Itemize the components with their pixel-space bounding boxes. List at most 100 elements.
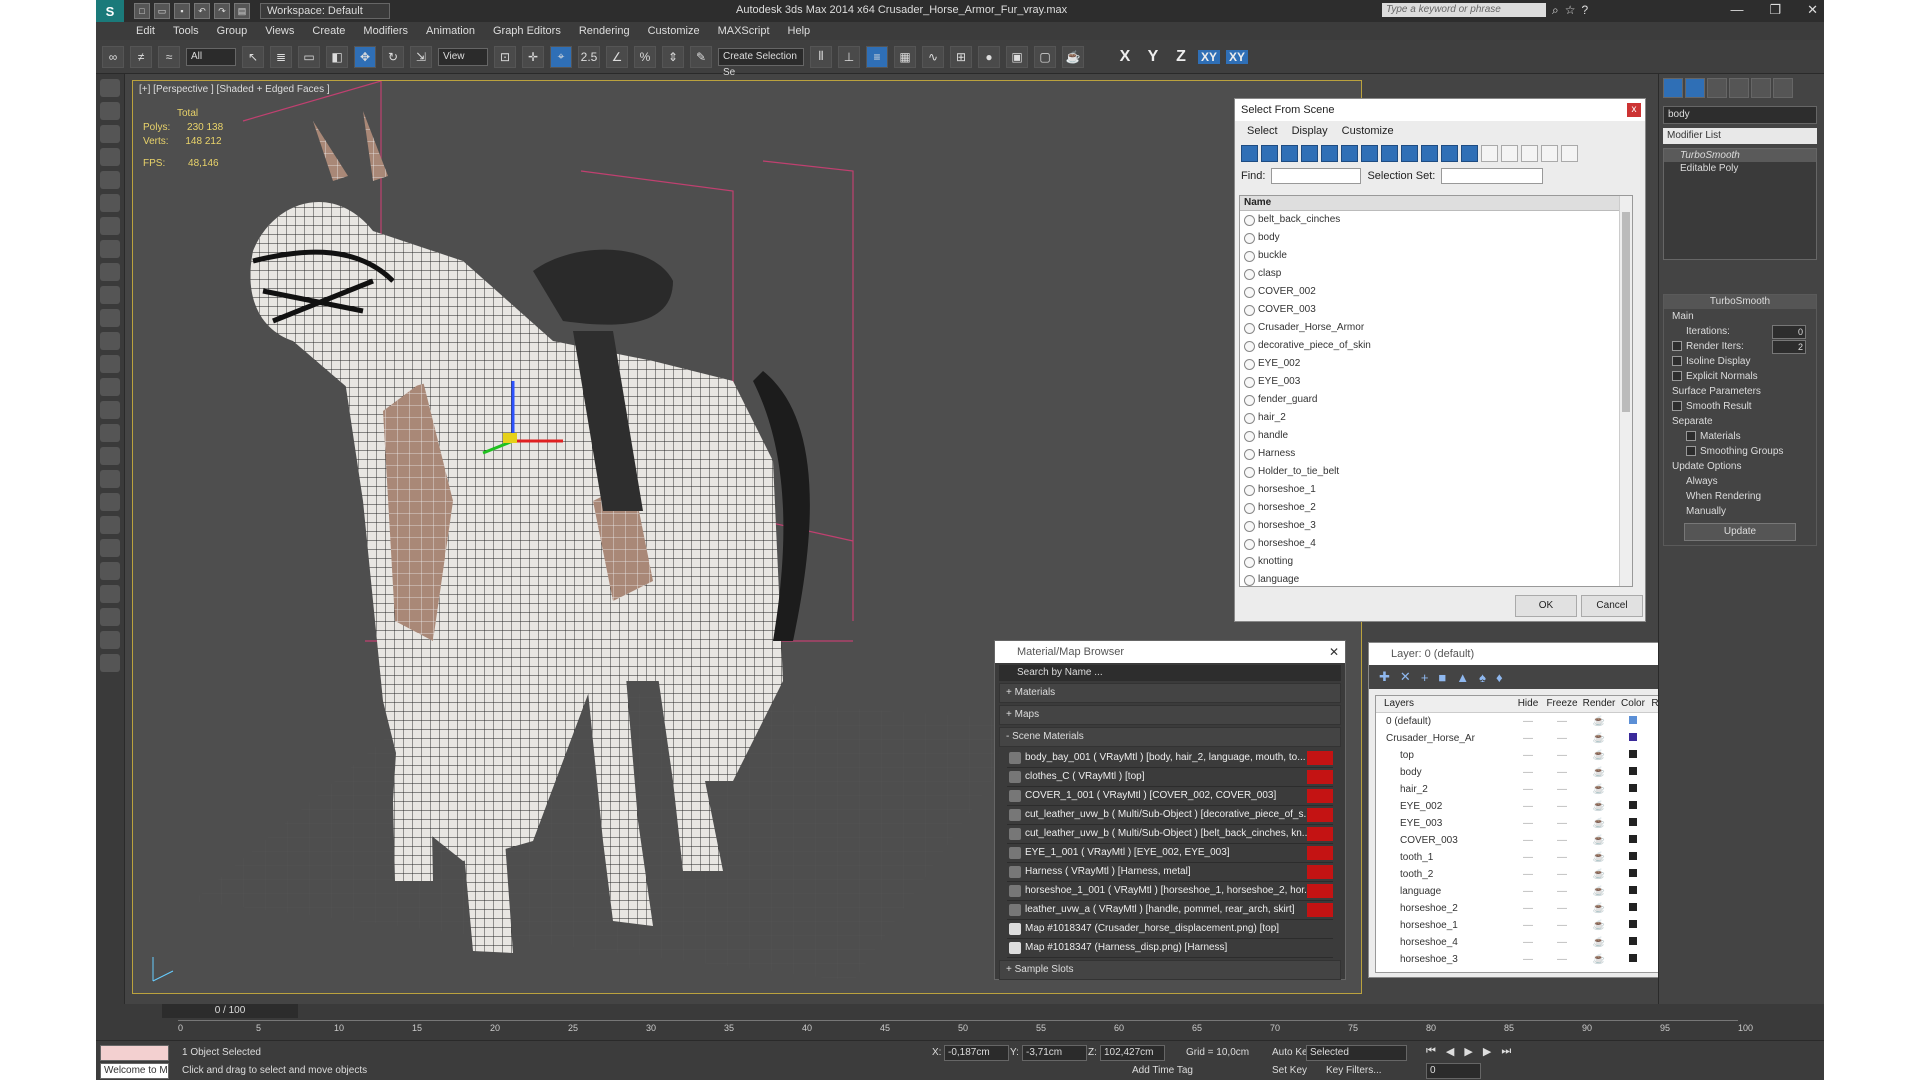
column-render[interactable]: Render bbox=[1580, 696, 1618, 712]
render-teapot-icon[interactable]: ☕ bbox=[1580, 781, 1618, 798]
layer-name[interactable]: horseshoe_2 bbox=[1376, 900, 1512, 917]
layer-manager-icon[interactable]: ≡ bbox=[866, 45, 888, 68]
layer-color-swatch[interactable] bbox=[1618, 798, 1648, 815]
box-icon[interactable] bbox=[100, 240, 120, 258]
layer-color-swatch[interactable] bbox=[1618, 764, 1648, 781]
smoothing-groups-row[interactable]: Smoothing Groups bbox=[1664, 444, 1816, 459]
material-item[interactable]: leather_uvw_a ( VRayMtl ) [handle, pomme… bbox=[1007, 901, 1333, 920]
layer-color-swatch[interactable] bbox=[1618, 934, 1648, 951]
list-item[interactable]: fender_guard bbox=[1240, 391, 1632, 409]
layer-name[interactable]: tooth_2 bbox=[1376, 866, 1512, 883]
hierarchy-icon[interactable] bbox=[1561, 145, 1578, 162]
material-item[interactable]: EYE_1_001 ( VRayMtl ) [EYE_002, EYE_003] bbox=[1007, 844, 1333, 863]
spinner-snap-icon[interactable]: ⇕ bbox=[662, 45, 684, 68]
axis-y-button[interactable]: Y bbox=[1142, 48, 1164, 66]
list-item[interactable]: horseshoe_1 bbox=[1240, 481, 1632, 499]
percent-snap-icon[interactable]: % bbox=[634, 45, 656, 68]
layer-name[interactable]: tooth_1 bbox=[1376, 849, 1512, 866]
scene-explorer-icon[interactable] bbox=[100, 125, 120, 143]
hierarchy-tab-icon[interactable] bbox=[1707, 78, 1727, 98]
curve-editor-icon[interactable]: ∿ bbox=[922, 45, 944, 68]
camera-icon[interactable] bbox=[100, 194, 120, 212]
material-item[interactable]: cut_leather_uvw_b ( Multi/Sub-Object ) [… bbox=[1007, 806, 1333, 825]
freeze-toggle[interactable]: — bbox=[1544, 764, 1580, 781]
edit-named-sets-icon[interactable]: ✎ bbox=[690, 45, 712, 68]
display-containers-icon[interactable] bbox=[1421, 145, 1438, 162]
material-item[interactable]: body_bay_001 ( VRayMtl ) [body, hair_2, … bbox=[1007, 749, 1333, 768]
maxscript-mini-listener[interactable]: Welcome to M bbox=[100, 1063, 169, 1079]
freeze-toggle[interactable]: — bbox=[1544, 883, 1580, 900]
save-icon[interactable] bbox=[100, 631, 120, 649]
render-teapot-icon[interactable]: ☕ bbox=[1580, 747, 1618, 764]
menu-help[interactable]: Help bbox=[788, 25, 811, 37]
light-icon[interactable] bbox=[100, 171, 120, 189]
hide-toggle[interactable]: — bbox=[1512, 934, 1544, 951]
render-teapot-icon[interactable]: ☕ bbox=[1580, 917, 1618, 934]
layer-color-swatch[interactable] bbox=[1618, 781, 1648, 798]
link-icon[interactable]: ∞ bbox=[102, 45, 124, 68]
render-teapot-icon[interactable]: ☕ bbox=[1580, 713, 1618, 730]
layer-color-swatch[interactable] bbox=[1618, 883, 1648, 900]
layer-name[interactable]: body bbox=[1376, 764, 1512, 781]
hide-toggle[interactable]: — bbox=[1512, 781, 1544, 798]
list-item[interactable]: belt_back_cinches bbox=[1240, 211, 1632, 229]
delete-layer-icon[interactable]: ✕ bbox=[1400, 669, 1411, 685]
y-coord-field[interactable]: -3,71cm bbox=[1022, 1045, 1087, 1061]
menu-create[interactable]: Create bbox=[312, 25, 345, 37]
render-teapot-icon[interactable]: ☕ bbox=[1580, 883, 1618, 900]
explicit-normals-row[interactable]: Explicit Normals bbox=[1664, 369, 1816, 384]
geosphere-icon[interactable] bbox=[100, 378, 120, 396]
display-tab-icon[interactable] bbox=[1751, 78, 1771, 98]
list-item[interactable]: clasp bbox=[1240, 265, 1632, 283]
layer-color-swatch[interactable] bbox=[1618, 951, 1648, 968]
material-item[interactable]: COVER_1_001 ( VRayMtl ) [COVER_002, COVE… bbox=[1007, 787, 1333, 806]
smooth-result-row[interactable]: Smooth Result bbox=[1664, 399, 1816, 414]
cancel-button[interactable]: Cancel bbox=[1581, 595, 1643, 617]
binoculars-icon[interactable]: ⌕ bbox=[1552, 3, 1559, 18]
selected-dropdown[interactable]: Selected bbox=[1306, 1045, 1407, 1061]
cylinder-icon[interactable] bbox=[100, 286, 120, 304]
list-item[interactable]: language bbox=[1240, 571, 1632, 586]
list-item[interactable]: decorative_piece_of_skin bbox=[1240, 337, 1632, 355]
display-frozen-icon[interactable] bbox=[1441, 145, 1458, 162]
iterations-spinner[interactable]: 0 bbox=[1772, 325, 1806, 339]
materials-row[interactable]: Materials bbox=[1664, 429, 1816, 444]
list-item[interactable]: horseshoe_4 bbox=[1240, 535, 1632, 553]
list-item[interactable]: horseshoe_3 bbox=[1240, 517, 1632, 535]
always-radio[interactable]: Always bbox=[1664, 474, 1816, 489]
add-to-layer-icon[interactable]: + bbox=[1421, 670, 1429, 685]
freeze-toggle[interactable]: — bbox=[1544, 730, 1580, 747]
render-teapot-icon[interactable]: ☕ bbox=[1580, 866, 1618, 883]
render-teapot-icon[interactable]: ☕ bbox=[1580, 832, 1618, 849]
move-icon[interactable]: ✥ bbox=[354, 45, 376, 68]
go-to-start-icon[interactable]: ⏮ bbox=[1426, 1045, 1436, 1058]
select-none-icon[interactable] bbox=[1501, 145, 1518, 162]
display-cameras-icon[interactable] bbox=[1301, 145, 1318, 162]
list-item[interactable]: Holder_to_tie_belt bbox=[1240, 463, 1632, 481]
materials-section[interactable]: + Materials bbox=[999, 683, 1341, 703]
angle-snap-icon[interactable]: ∠ bbox=[606, 45, 628, 68]
z-coord-field[interactable]: 102,427cm bbox=[1100, 1045, 1165, 1061]
layer-color-swatch[interactable] bbox=[1618, 849, 1648, 866]
hide-toggle[interactable]: — bbox=[1512, 798, 1544, 815]
sphere-material-icon[interactable] bbox=[100, 562, 120, 580]
display-xrefs-icon[interactable] bbox=[1381, 145, 1398, 162]
help-icon[interactable]: ? bbox=[1582, 3, 1589, 18]
freeze-toggle[interactable]: — bbox=[1544, 781, 1580, 798]
sample-slots-section[interactable]: + Sample Slots bbox=[999, 960, 1341, 980]
select-in-layer-icon[interactable]: ■ bbox=[1438, 670, 1446, 685]
menu-tools[interactable]: Tools bbox=[173, 25, 199, 37]
list-item[interactable]: body bbox=[1240, 229, 1632, 247]
layer-color-swatch[interactable] bbox=[1618, 866, 1648, 883]
ok-button[interactable]: OK bbox=[1515, 595, 1577, 617]
dynamics-icon[interactable] bbox=[100, 424, 120, 442]
hide-toggle[interactable]: — bbox=[1512, 849, 1544, 866]
x-coord-field[interactable]: -0,187cm bbox=[944, 1045, 1009, 1061]
keyboard-shortcut-icon[interactable]: ⌖ bbox=[550, 45, 572, 68]
render-icon[interactable] bbox=[100, 585, 120, 603]
workspace-dropdown[interactable]: Workspace: Default bbox=[260, 3, 390, 19]
layer-color-swatch[interactable] bbox=[1618, 832, 1648, 849]
layer-name[interactable]: horseshoe_4 bbox=[1376, 934, 1512, 951]
key-filters-button[interactable]: Key Filters... bbox=[1326, 1065, 1382, 1076]
freeze-toggle[interactable]: — bbox=[1544, 900, 1580, 917]
